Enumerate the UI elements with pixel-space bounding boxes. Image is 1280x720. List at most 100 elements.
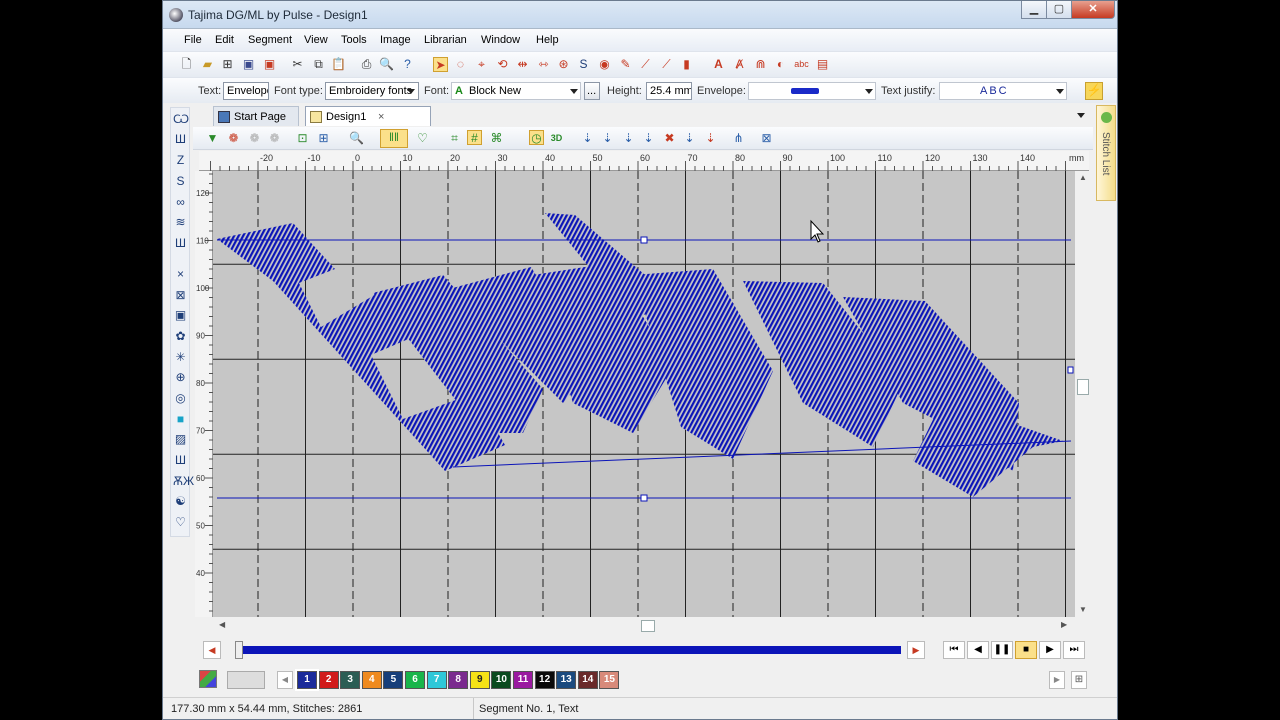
horizontal-scroll-thumb[interactable] (641, 620, 655, 632)
frame-icon[interactable]: ▣ (173, 308, 188, 323)
text-box-icon[interactable]: ▤ (815, 57, 830, 72)
color-swatch-12[interactable]: 12 (534, 671, 555, 689)
color-swatch-10[interactable]: 10 (491, 671, 512, 689)
hoop-icon[interactable]: ⌗ (447, 131, 462, 146)
color-swatch-3[interactable]: 3 (340, 671, 361, 689)
menu-help[interactable]: Help (536, 34, 559, 46)
tabs-dropdown-icon[interactable] (1077, 113, 1085, 118)
recent-files-icon[interactable]: ⊞ (220, 57, 235, 72)
wave-stitch-icon[interactable]: ≋ (173, 215, 188, 230)
bottle-icon[interactable]: ▮ (679, 57, 694, 72)
globe-icon[interactable]: ⊕ (173, 370, 188, 385)
text-arc-icon[interactable]: ⋒ (753, 57, 768, 72)
sequence-2-icon[interactable]: ⇣ (600, 131, 615, 146)
rewind-icon[interactable]: ⏮ (943, 641, 965, 659)
menu-file[interactable]: File (184, 34, 202, 46)
remove-sequence-icon[interactable]: ✖ (662, 131, 677, 146)
text-path-icon[interactable]: Ⱥ (732, 57, 747, 72)
color-swatch-13[interactable]: 13 (556, 671, 577, 689)
scroll-down-icon[interactable]: ▼ (1079, 605, 1087, 614)
palette-settings-icon[interactable]: ⊞ (1071, 671, 1087, 689)
minimize-button[interactable]: ▁ (1021, 1, 1047, 19)
horizontal-scrollbar[interactable]: ◀ ▶ (213, 618, 1075, 634)
curve-stitch-icon[interactable]: S (173, 174, 188, 189)
run-stitch-icon[interactable]: Z (173, 153, 188, 168)
cross-stitch-icon[interactable]: ⊠ (173, 288, 188, 303)
palette-icon[interactable] (199, 670, 217, 688)
spiral-icon[interactable]: ◎ (173, 391, 188, 406)
grid-toggle-icon[interactable]: # (467, 130, 482, 145)
motif-icon[interactable]: ѪЖ (173, 474, 194, 489)
cut-icon[interactable]: ✂ (290, 57, 305, 72)
envelope-select[interactable] (748, 82, 876, 100)
vertical-scrollbar[interactable]: ▲ ▼ (1075, 171, 1091, 617)
palette-scroll-left-icon[interactable]: ◀ (277, 671, 293, 689)
font-type-select[interactable]: Embroidery fonts (325, 82, 419, 100)
print-preview-icon[interactable]: 🔍 (379, 57, 394, 72)
menu-tools[interactable]: Tools (341, 34, 367, 46)
color-swatch-15[interactable]: 15 (599, 671, 620, 689)
pause-icon[interactable]: ❚❚ (991, 641, 1013, 659)
save-icon[interactable]: ▣ (241, 57, 256, 72)
color-swatch-5[interactable]: 5 (383, 671, 404, 689)
scroll-up-icon[interactable]: ▲ (1079, 173, 1087, 182)
menu-window[interactable]: Window (481, 34, 520, 46)
envelope-handle-top[interactable] (640, 236, 648, 244)
view-eye-icon[interactable]: ◉ (597, 57, 612, 72)
browse-fonts-button[interactable]: ... (584, 82, 600, 100)
menu-image[interactable]: Image (380, 34, 411, 46)
new-file-icon[interactable]: 🗋 (179, 57, 194, 72)
sequence-icon[interactable]: ⇣ (580, 131, 595, 146)
stitch-progress-handle[interactable] (235, 641, 243, 659)
needle-icon[interactable]: ⟋ (638, 57, 653, 72)
color-swatch-6[interactable]: 6 (405, 671, 425, 689)
tab-start-page[interactable]: Start Page (213, 106, 299, 126)
image-icon[interactable]: ▨ (173, 432, 188, 447)
menu-edit[interactable]: Edit (215, 34, 234, 46)
tab-design1[interactable]: Design1 × (305, 106, 431, 126)
step-back-icon[interactable]: ◀ (967, 641, 989, 659)
color-swatch-1[interactable]: 1 (295, 669, 319, 691)
rotate-icon[interactable]: ⊛ (556, 57, 571, 72)
font-select[interactable]: A Block New (451, 82, 581, 100)
text-justify-select[interactable]: ABC (939, 82, 1067, 100)
close-button[interactable]: ✕ (1071, 1, 1115, 19)
color-swatch-7[interactable]: 7 (426, 671, 447, 689)
print-icon[interactable]: ⎙ (359, 57, 374, 72)
play-icon[interactable]: ▶ (1039, 641, 1061, 659)
command-icon[interactable]: ⌘ (489, 131, 504, 146)
drop-icon[interactable]: ♡ (173, 515, 188, 530)
text-tool-icon[interactable]: A (711, 57, 726, 72)
stop-icon[interactable]: ■ (1015, 641, 1037, 659)
select-arrow-icon[interactable]: ➤ (433, 57, 448, 72)
point-select-icon[interactable]: ⌖ (474, 57, 489, 72)
color-swatch-9[interactable]: 9 (469, 671, 490, 689)
fill-stitch-icon[interactable]: Ш (173, 132, 188, 147)
stitch-view-icon[interactable]: ǁǁ (380, 129, 408, 148)
stitch-progress-track[interactable] (237, 646, 901, 654)
palette-scroll-right-icon[interactable]: ▶ (1049, 671, 1065, 689)
zoom-icon[interactable]: 🔍 (349, 131, 364, 146)
color-swatch-14[interactable]: 14 (577, 671, 598, 689)
pen-icon[interactable]: ✎ (618, 57, 633, 72)
mirror-icon[interactable]: ⇿ (536, 57, 551, 72)
star-icon[interactable]: ✳ (173, 350, 188, 365)
color-swatch-2[interactable]: 2 (318, 671, 339, 689)
help-icon[interactable]: ? (400, 57, 415, 72)
column-stitch-icon[interactable]: Ѡ (173, 112, 189, 127)
color-swatch-8[interactable]: 8 (448, 671, 469, 689)
scroll-right-icon[interactable]: ▶ (1061, 620, 1067, 629)
heart-view-icon[interactable]: ♡ (415, 131, 430, 146)
fast-forward-icon[interactable]: ⏭ (1063, 641, 1085, 659)
square-fill-icon[interactable]: ■ (173, 412, 188, 427)
vertical-scroll-thumb[interactable] (1077, 379, 1089, 395)
link-icon[interactable]: ∞ (173, 195, 188, 210)
envelope-handle-bottom[interactable] (640, 494, 648, 502)
menu-view[interactable]: View (304, 34, 328, 46)
color-swatch-11[interactable]: 11 (513, 671, 533, 689)
maximize-button[interactable]: ▢ (1046, 1, 1072, 19)
paste-icon[interactable]: 📋 (331, 57, 346, 72)
pin-icon[interactable] (1101, 112, 1112, 123)
envelope-handle-right[interactable] (1067, 366, 1074, 374)
reshape-icon[interactable]: ⟲ (495, 57, 510, 72)
